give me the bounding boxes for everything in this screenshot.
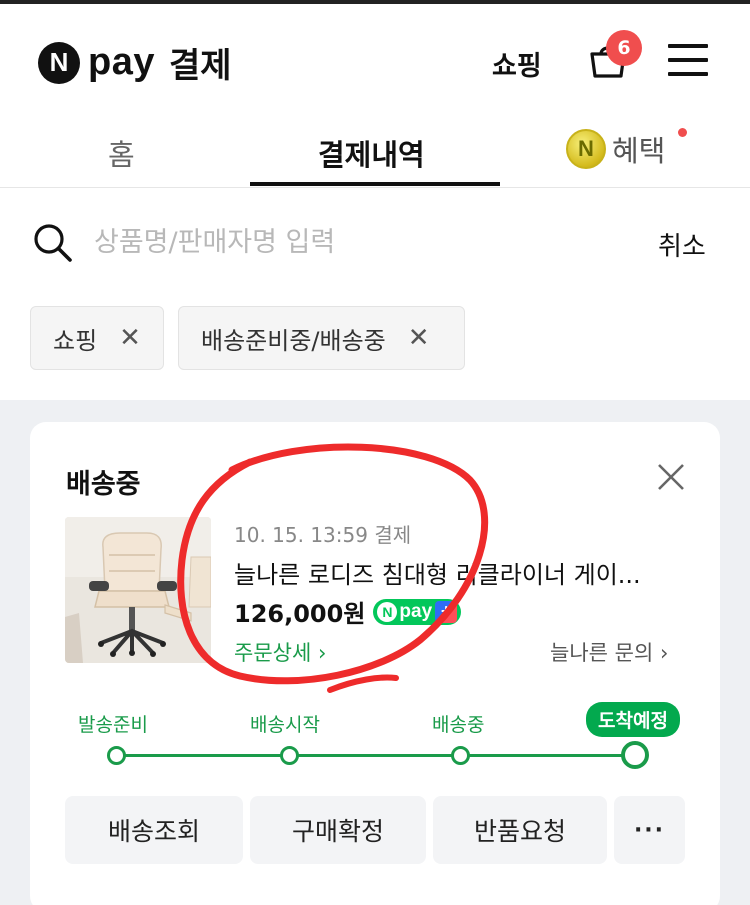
tab-benefits[interactable]: N 혜택 xyxy=(566,128,665,170)
seller-inquiry-label: 늘나른 문의 xyxy=(550,641,654,665)
order-card: 배송중 10. 15. 13:59 결제 늘나른 로디즈 침대형 리클라이너 게… xyxy=(30,422,720,905)
product-name[interactable]: 늘나른 로디즈 침대형 리클라이너 게이... xyxy=(234,555,641,590)
npay-plus-badge: N pay + xyxy=(373,598,462,625)
tab-payment-history[interactable]: 결제내역 xyxy=(318,132,425,174)
step-label-prepare: 발송준비 xyxy=(78,714,148,736)
filter-chip-shipping-status[interactable]: 배송준비중/배송중 ✕ xyxy=(178,306,465,370)
tab-home[interactable]: 홈 xyxy=(108,132,135,174)
seller-inquiry-link[interactable]: 늘나른 문의 › xyxy=(550,637,668,667)
progress-dot xyxy=(280,746,299,765)
menu-icon[interactable] xyxy=(668,44,708,78)
return-request-button[interactable]: 반품요청 xyxy=(433,796,607,864)
chevron-right-icon: › xyxy=(311,641,327,665)
close-icon[interactable]: ✕ xyxy=(119,323,141,353)
track-delivery-button[interactable]: 배송조회 xyxy=(65,796,243,864)
header: N pay 결제 쇼핑 6 xyxy=(0,4,750,108)
confirm-purchase-button[interactable]: 구매확정 xyxy=(250,796,426,864)
search-icon xyxy=(34,224,72,262)
step-label-arrival: 도착예정 xyxy=(586,702,680,737)
npay-logo-pay: pay xyxy=(88,41,155,83)
npay-logo[interactable]: N pay 결제 xyxy=(38,38,232,87)
progress-dot-current xyxy=(621,741,649,769)
shopping-link[interactable]: 쇼핑 xyxy=(492,44,542,83)
more-options-button[interactable]: ··· xyxy=(614,796,685,864)
search-input[interactable] xyxy=(94,222,614,262)
filter-chip-label: 쇼핑 xyxy=(53,326,98,355)
tab-benefits-label: 혜택 xyxy=(612,134,666,168)
product-thumbnail[interactable] xyxy=(65,517,211,663)
order-status-title: 배송중 xyxy=(66,469,141,500)
step-label-in-transit: 배송중 xyxy=(432,714,485,736)
progress-dot xyxy=(451,746,470,765)
filter-chip-shopping[interactable]: 쇼핑 ✕ xyxy=(30,306,164,370)
active-tab-indicator xyxy=(250,182,500,186)
chevron-right-icon: › xyxy=(653,641,669,665)
npay-coin-icon: N xyxy=(566,129,606,169)
progress-track xyxy=(116,754,634,757)
order-date: 10. 15. 13:59 결제 xyxy=(234,523,412,547)
tab-bar: 홈 결제내역 N 혜택 xyxy=(0,108,750,188)
page-title: 결제 xyxy=(168,46,232,86)
close-icon[interactable] xyxy=(656,462,686,492)
cart-count-badge: 6 xyxy=(606,30,642,66)
filter-chip-label: 배송준비중/배송중 xyxy=(201,326,386,355)
order-price: 126,000원 xyxy=(234,600,366,628)
price-row: 126,000원 N pay + xyxy=(234,594,462,629)
npay-badge-text: pay xyxy=(399,600,433,622)
order-detail-link[interactable]: 주문상세 › xyxy=(234,637,326,667)
close-icon[interactable]: ✕ xyxy=(408,323,430,353)
cancel-button[interactable]: 취소 xyxy=(658,226,706,263)
plus-icon: + xyxy=(435,600,458,623)
new-dot-badge xyxy=(678,128,687,137)
progress-dot xyxy=(107,746,126,765)
step-label-shipped: 배송시작 xyxy=(250,714,320,736)
npay-logo-n: N xyxy=(38,41,80,84)
npay-badge-n: N xyxy=(377,601,398,622)
order-detail-label: 주문상세 xyxy=(234,641,312,665)
